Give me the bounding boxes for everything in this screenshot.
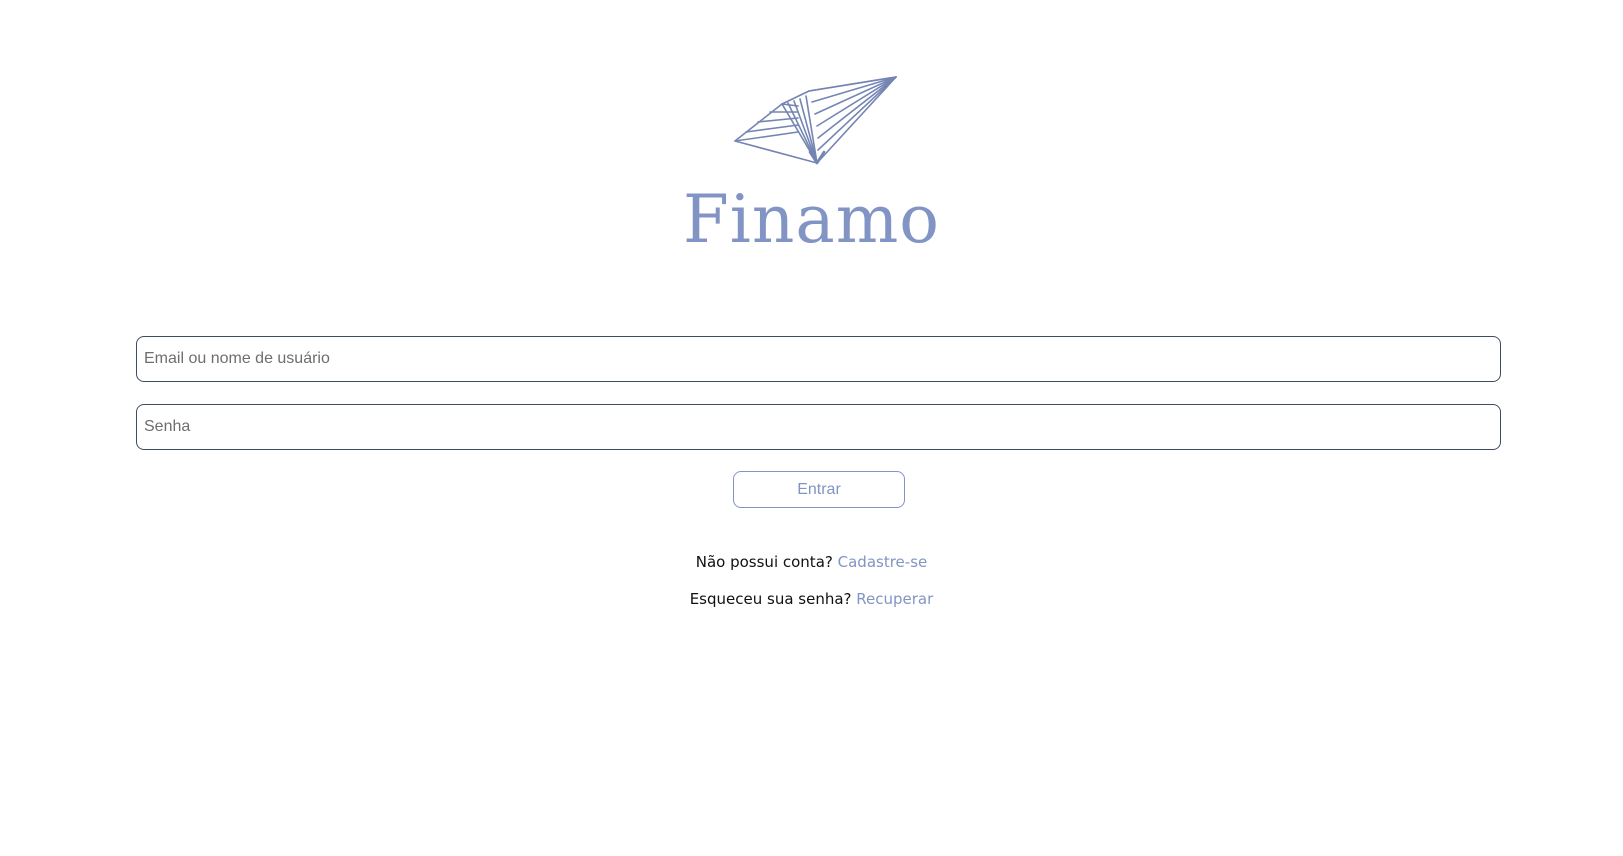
brand-name: Finamo — [682, 181, 941, 258]
username-input[interactable] — [136, 336, 1501, 382]
signup-link[interactable]: Cadastre-se — [838, 553, 928, 571]
recover-line: Esqueceu sua senha? Recuperar — [0, 589, 1623, 609]
paper-plane-icon — [734, 76, 897, 165]
signup-prompt: Não possui conta? — [695, 553, 833, 571]
login-button[interactable]: Entrar — [733, 471, 905, 508]
brand-header: Finamo — [0, 0, 1623, 270]
recover-link[interactable]: Recuperar — [856, 590, 933, 608]
recover-prompt: Esqueceu sua senha? — [689, 590, 852, 608]
signup-line: Não possui conta? Cadastre-se — [0, 552, 1623, 572]
password-input[interactable] — [136, 404, 1501, 450]
